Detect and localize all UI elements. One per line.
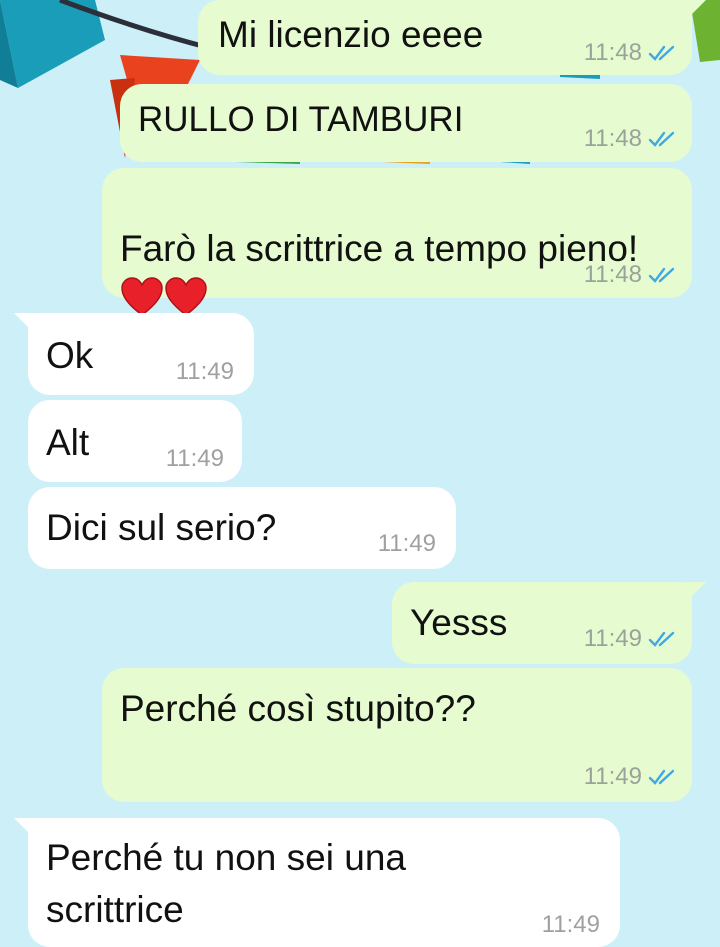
outgoing-message[interactable]: Farò la scrittrice a tempo pieno! 11:48 xyxy=(102,168,692,317)
message-time: 11:48 xyxy=(583,39,642,66)
bubble-tail xyxy=(14,818,32,836)
message-text-wrap: Farò la scrittrice a tempo pieno! xyxy=(120,180,640,318)
message-meta: 11:48 xyxy=(584,38,678,68)
message-meta: 11:49 xyxy=(176,357,234,387)
message-meta: 11:49 xyxy=(378,529,436,559)
message-time: 11:48 xyxy=(583,261,642,288)
message-text: Perché così stupito?? xyxy=(120,688,476,729)
message-time: 11:49 xyxy=(583,763,642,790)
message-meta: 11:48 xyxy=(584,260,678,290)
message-time: 11:48 xyxy=(583,125,642,152)
double-check-read-icon xyxy=(648,267,675,283)
message-text: Perché tu non sei una scrittrice xyxy=(46,837,406,930)
chat-conversation: Mi licenzio eeee 11:48 RULLO DI TAMBURI … xyxy=(0,0,720,947)
double-check-read-icon xyxy=(648,45,675,61)
outgoing-message[interactable]: RULLO DI TAMBURI 11:48 xyxy=(120,84,692,162)
message-meta: 11:49 xyxy=(584,762,678,792)
message-text: Alt xyxy=(46,422,90,463)
outgoing-message[interactable]: Yesss 11:49 xyxy=(392,582,706,664)
incoming-message[interactable]: Alt 11:49 xyxy=(28,400,242,482)
double-check-read-icon xyxy=(648,131,675,147)
message-meta: 11:49 xyxy=(584,624,678,654)
double-check-read-icon xyxy=(648,631,675,647)
message-time: 11:49 xyxy=(541,911,600,938)
bubble-tail xyxy=(14,313,32,331)
bubble-tail xyxy=(688,0,706,18)
message-time: 11:49 xyxy=(175,358,234,385)
message-time: 11:49 xyxy=(165,445,224,472)
message-time: 11:49 xyxy=(377,530,436,557)
message-meta: 11:49 xyxy=(542,910,600,940)
incoming-message[interactable]: Dici sul serio? 11:49 xyxy=(28,487,456,569)
red-heart-icon xyxy=(121,277,163,317)
message-meta: 11:49 xyxy=(166,444,224,474)
outgoing-message[interactable]: Mi licenzio eeee 11:48 xyxy=(198,0,706,75)
outgoing-message[interactable]: Perché così stupito?? 11:49 xyxy=(102,668,692,802)
message-text: Ok xyxy=(46,335,94,376)
message-text: RULLO DI TAMBURI xyxy=(138,100,464,139)
red-heart-icon xyxy=(165,277,207,317)
incoming-message[interactable]: Ok 11:49 xyxy=(14,313,254,395)
message-text: Farò la scrittrice a tempo pieno! xyxy=(120,228,639,269)
message-time: 11:49 xyxy=(583,625,642,652)
bubble-tail xyxy=(688,582,706,600)
incoming-message[interactable]: Perché tu non sei una scrittrice 11:49 xyxy=(14,818,620,947)
message-text: Yesss xyxy=(410,602,508,643)
message-text: Dici sul serio? xyxy=(46,507,277,548)
message-text: Mi licenzio eeee xyxy=(218,14,484,55)
message-meta: 11:48 xyxy=(584,124,678,154)
double-check-read-icon xyxy=(648,769,675,785)
